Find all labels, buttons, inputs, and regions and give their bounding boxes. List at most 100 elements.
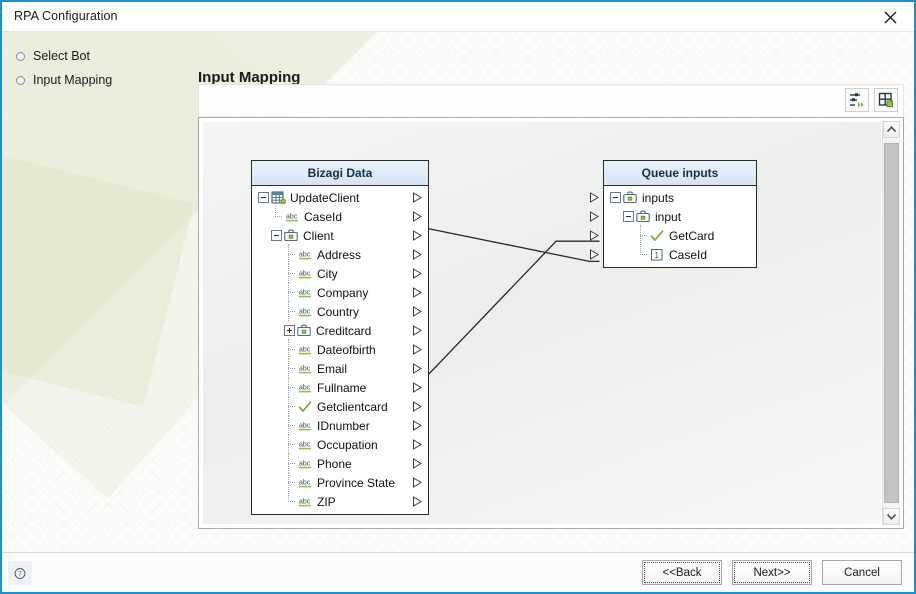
tree-node-creditcard[interactable]: Creditcard xyxy=(252,321,428,340)
chevron-down-icon[interactable] xyxy=(883,508,900,525)
mapping-connector-handle[interactable] xyxy=(589,230,600,241)
mapping-canvas-frame: Bizagi Data UpdateClient abc CaseId Client a… xyxy=(198,117,904,529)
queue-inputs-tree[interactable]: inputs input GetCard 1 CaseId xyxy=(590,186,756,267)
mapping-connector-handle[interactable] xyxy=(412,325,423,336)
arrange-layout-icon[interactable] xyxy=(874,88,898,112)
tree-node-updateclient[interactable]: UpdateClient xyxy=(252,188,428,207)
collapse-icon[interactable] xyxy=(610,192,621,203)
svg-text:abc: abc xyxy=(286,213,298,220)
mapping-connector-handle[interactable] xyxy=(589,249,600,260)
chevron-up-icon[interactable] xyxy=(883,121,900,138)
mapping-connector-handle[interactable] xyxy=(412,306,423,317)
tree-node-fullname[interactable]: abc Fullname xyxy=(252,377,428,397)
tree-node-getcard[interactable]: GetCard xyxy=(590,225,756,245)
tree-branch-line xyxy=(271,206,284,226)
bizagi-data-header: Bizagi Data xyxy=(252,161,428,186)
tree-branch-line xyxy=(284,358,297,378)
briefcase-icon xyxy=(284,229,299,243)
step-select-bot[interactable]: Select Bot xyxy=(2,44,192,68)
mapping-connector-handle[interactable] xyxy=(412,211,423,222)
tree-node-label: Phone xyxy=(317,456,352,471)
tree-node-label: UpdateClient xyxy=(290,190,360,205)
canvas-vertical-scrollbar[interactable] xyxy=(882,121,900,525)
mapping-connector-handle[interactable] xyxy=(412,230,423,241)
tree-node-province-state[interactable]: abc Province State xyxy=(252,472,428,492)
mapping-connector-handle[interactable] xyxy=(412,401,423,412)
mapping-connector-handle[interactable] xyxy=(412,344,423,355)
mapping-connector-handle[interactable] xyxy=(589,211,600,222)
tree-node-label: Email xyxy=(317,361,348,376)
svg-text:abc: abc xyxy=(299,308,311,315)
mapping-connector-handle[interactable] xyxy=(412,287,423,298)
svg-text:abc: abc xyxy=(299,441,311,448)
string-icon: abc xyxy=(298,286,313,300)
tree-node-client[interactable]: Client xyxy=(252,226,428,245)
tree-branch-line xyxy=(636,225,649,245)
mapping-connector-handle[interactable] xyxy=(412,439,423,450)
mapping-connector-handle[interactable] xyxy=(412,420,423,431)
svg-text:1: 1 xyxy=(654,251,659,260)
tree-node-city[interactable]: abc City xyxy=(252,263,428,283)
mapping-connector-handle[interactable] xyxy=(412,477,423,488)
tree-branch-line xyxy=(284,244,297,264)
tree-node-company[interactable]: abc Company xyxy=(252,282,428,302)
auto-map-icon[interactable] xyxy=(845,88,869,112)
collapse-icon[interactable] xyxy=(258,192,269,203)
tree-node-caseid[interactable]: 1 CaseId xyxy=(590,244,756,264)
tree-node-input[interactable]: input xyxy=(590,207,756,226)
svg-text:abc: abc xyxy=(299,289,311,296)
tree-node-label: GetCard xyxy=(669,228,715,243)
mapping-connector-handle[interactable] xyxy=(412,496,423,507)
step-input-mapping[interactable]: Input Mapping xyxy=(2,68,192,92)
tree-node-idnumber[interactable]: abc IDnumber xyxy=(252,415,428,435)
step-bullet-icon xyxy=(16,51,25,61)
back-button[interactable]: <<Back xyxy=(642,560,722,585)
collapse-icon[interactable] xyxy=(271,230,282,241)
tree-node-country[interactable]: abc Country xyxy=(252,301,428,321)
mapping-canvas[interactable]: Bizagi Data UpdateClient abc CaseId Client a… xyxy=(203,122,881,524)
tree-node-email[interactable]: abc Email xyxy=(252,358,428,378)
tree-branch-line xyxy=(284,282,297,302)
tree-branch-line xyxy=(284,415,297,435)
next-button[interactable]: Next>> xyxy=(732,560,812,585)
mapping-connector-handle[interactable] xyxy=(412,192,423,203)
tree-branch-line xyxy=(284,339,297,359)
tree-branch-line xyxy=(284,453,297,473)
mapping-connector-handle[interactable] xyxy=(412,458,423,469)
tree-node-caseid[interactable]: abc CaseId xyxy=(252,206,428,226)
boolean-icon xyxy=(650,229,665,243)
tree-node-inputs[interactable]: inputs xyxy=(590,188,756,207)
string-icon: abc xyxy=(298,476,313,490)
collapse-icon[interactable] xyxy=(623,211,634,222)
tree-node-zip[interactable]: abc ZIP xyxy=(252,491,428,511)
string-icon: abc xyxy=(298,438,313,452)
briefcase-icon xyxy=(636,210,651,224)
cancel-button[interactable]: Cancel xyxy=(822,560,902,585)
tree-node-phone[interactable]: abc Phone xyxy=(252,453,428,473)
mapping-connector-handle[interactable] xyxy=(412,249,423,260)
tree-node-getclientcard[interactable]: Getclientcard xyxy=(252,396,428,416)
mapping-connector-handle[interactable] xyxy=(412,363,423,374)
tree-branch-line xyxy=(284,472,297,492)
string-icon: abc xyxy=(298,248,313,262)
expand-icon[interactable] xyxy=(284,325,295,336)
string-icon: abc xyxy=(298,305,313,319)
queue-inputs-header: Queue inputs xyxy=(604,161,756,186)
tree-node-address[interactable]: abc Address xyxy=(252,244,428,264)
tree-node-occupation[interactable]: abc Occupation xyxy=(252,434,428,454)
close-icon[interactable] xyxy=(870,4,910,30)
tree-node-dateofbirth[interactable]: abc Dateofbirth xyxy=(252,339,428,359)
bizagi-data-tree[interactable]: UpdateClient abc CaseId Client abc Address abc… xyxy=(252,186,428,514)
help-icon[interactable]: ? xyxy=(8,561,32,585)
mapping-connector-handle[interactable] xyxy=(589,192,600,203)
tree-branch-line xyxy=(284,377,297,397)
tree-node-label: Client xyxy=(303,228,334,243)
tree-node-label: CaseId xyxy=(669,247,708,262)
mapping-connector-handle[interactable] xyxy=(412,382,423,393)
title-bar: RPA Configuration xyxy=(2,2,914,32)
bizagi-data-panel: Bizagi Data UpdateClient abc CaseId Client a… xyxy=(251,160,429,515)
tree-node-label: Province State xyxy=(317,475,396,490)
mapping-connector-handle[interactable] xyxy=(412,268,423,279)
svg-text:abc: abc xyxy=(299,422,311,429)
scrollbar-thumb[interactable] xyxy=(884,143,899,503)
